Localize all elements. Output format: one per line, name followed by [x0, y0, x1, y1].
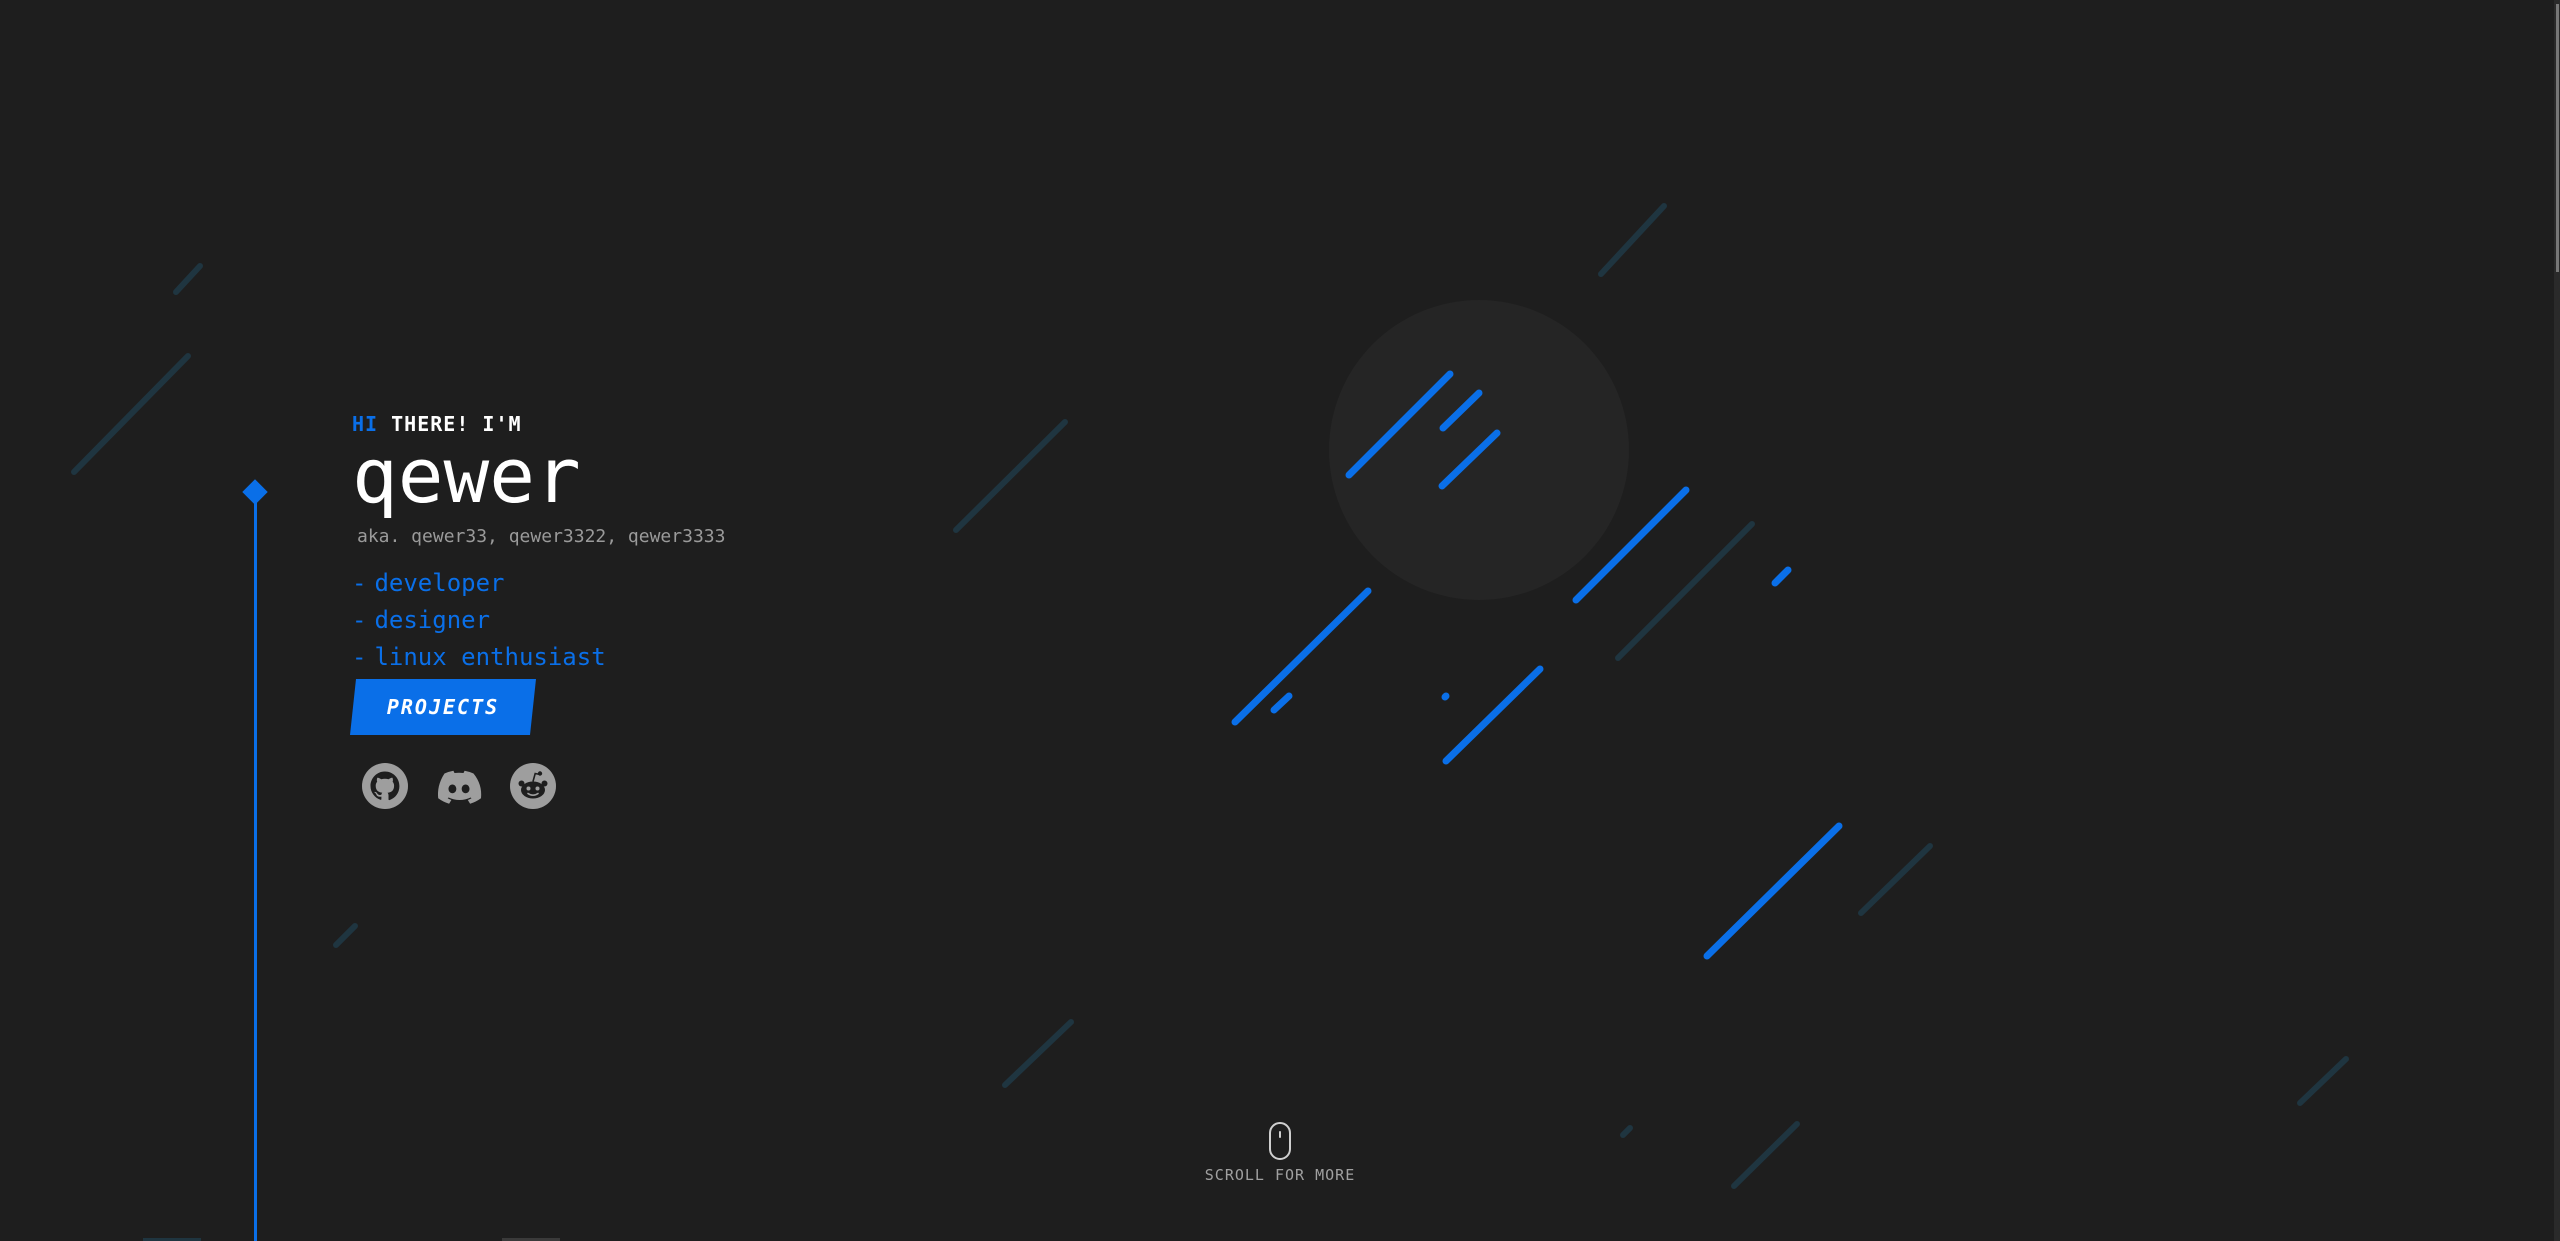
timeline-line: [254, 493, 257, 1241]
scrollbar[interactable]: [2554, 0, 2560, 1241]
github-icon[interactable]: [361, 762, 409, 810]
scroll-hint[interactable]: SCROLL FOR MORE: [1180, 1122, 1380, 1184]
hero-section: HI THERE! I'M qewer aka. qewer33, qewer3…: [352, 412, 725, 676]
scroll-hint-label: SCROLL FOR MORE: [1204, 1166, 1356, 1184]
mouse-icon: [1269, 1122, 1291, 1160]
role-item: - linux enthusiast: [352, 643, 606, 671]
projects-button[interactable]: PROJECTS: [350, 679, 536, 735]
role-item: - developer: [352, 569, 505, 597]
role-item: - designer: [352, 606, 491, 634]
reddit-icon[interactable]: [509, 762, 557, 810]
projects-button-label: PROJECTS: [386, 695, 500, 719]
page-title: qewer: [352, 431, 581, 520]
scrollbar-thumb[interactable]: [2556, 4, 2559, 272]
discord-icon[interactable]: [435, 762, 483, 810]
aliases-text: aka. qewer33, qewer3322, qewer3333: [357, 526, 726, 547]
social-links: [361, 762, 557, 810]
roles-list: - developer - designer - linux enthusiast: [352, 565, 725, 676]
